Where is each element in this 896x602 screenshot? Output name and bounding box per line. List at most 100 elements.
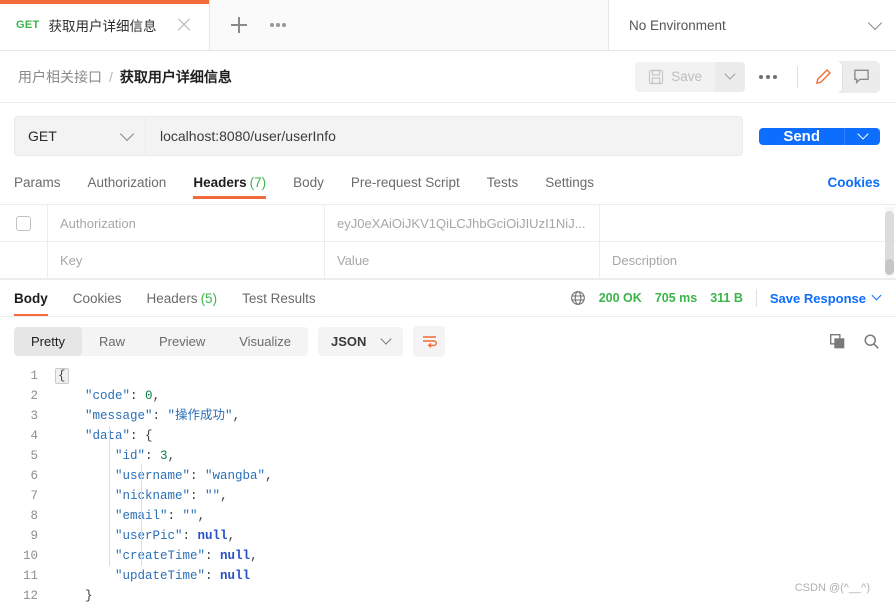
response-tab-headers[interactable]: Headers (5) [147,280,218,316]
json-token: null [220,569,251,583]
tab-authorization[interactable]: Authorization [88,175,167,199]
tab-label: Headers [193,174,247,190]
json-lines: { "code": 0, "message": "操作成功", "data": … [47,366,273,602]
chevron-down-icon [856,127,869,140]
json-token: null [197,529,228,543]
json-token: , [232,409,241,423]
divider [797,65,798,88]
save-dropdown-button[interactable] [715,61,745,92]
cookies-link[interactable]: Cookies [827,175,880,199]
json-token: "wangba" [205,469,266,483]
tab-label: Tests [486,174,519,190]
environment-selector[interactable]: No Environment [608,0,896,50]
request-tab-active[interactable]: GET 获取用户详细信息 [0,0,210,50]
json-token: , [152,389,161,403]
tab-count: (7) [249,174,267,190]
tab-params[interactable]: Params [14,175,61,199]
json-line: { [55,366,273,386]
format-tab-preview[interactable]: Preview [142,327,222,356]
response-body-viewer[interactable]: 12345678910111213 { "code": 0, "message"… [0,366,896,602]
close-icon[interactable] [173,14,195,36]
json-token: 3 [160,449,168,463]
tab-tests[interactable]: Tests [487,175,519,199]
format-tab-visualize[interactable]: Visualize [222,327,308,356]
table-row-placeholder[interactable]: Key Value Description [0,242,896,279]
format-tab-raw[interactable]: Raw [82,327,142,356]
more-actions-button[interactable] [745,74,791,79]
save-button-group: Save [635,61,745,92]
send-dropdown-button[interactable] [844,127,880,145]
pencil-icon[interactable] [804,60,842,93]
format-tab-group: Pretty Raw Preview Visualize [14,327,309,356]
wrap-lines-icon[interactable] [413,326,446,357]
response-format-toolbar: Pretty Raw Preview Visualize JSON [0,317,896,366]
json-line: "code": 0, [55,386,273,406]
response-tab-body[interactable]: Body [14,280,48,316]
send-button[interactable]: Send [759,127,844,145]
new-key-input[interactable]: Key [48,242,325,278]
tab-bar: GET 获取用户详细信息 No Environment [0,0,896,51]
breadcrumb-collection[interactable]: 用户相关接口 [18,67,102,87]
json-token: , [227,529,236,543]
json-token: : [190,469,206,483]
format-tab-pretty[interactable]: Pretty [14,327,82,356]
json-token: , [250,549,258,563]
comment-icon[interactable] [842,61,880,93]
ellipsis-icon[interactable] [260,23,296,27]
line-number: 12 [22,589,38,602]
response-tab-cookies[interactable]: Cookies [73,280,122,316]
headers-scrollbar[interactable] [885,207,894,277]
row-checkbox[interactable] [16,215,31,231]
json-line: "userPic": null, [55,526,273,546]
new-value-input[interactable]: Value [325,242,600,278]
copy-icon[interactable] [829,333,846,350]
json-token: : [205,569,221,583]
json-token: , [220,489,228,503]
save-button-label: Save [671,69,702,84]
json-line: "id": 3, [55,446,273,466]
new-description-input[interactable]: Description [600,242,896,278]
save-button[interactable]: Save [635,61,715,92]
json-token: : [145,449,161,463]
response-tab-test-results[interactable]: Test Results [242,280,316,316]
line-number: 7 [30,489,38,503]
header-value-cell[interactable]: eyJ0eXAiOiJKV1QiLCJhbGciOiJIUzI1NiJ... [325,205,600,241]
response-tabs: Body Cookies Headers (5) Test Results [14,280,341,316]
tab-pre-request-script[interactable]: Pre-request Script [351,175,460,199]
json-line: "message": "操作成功", [55,406,273,426]
request-url-row: GET localhost:8080/user/userInfo Send [0,103,896,169]
search-icon[interactable] [863,333,880,350]
floppy-disk-icon [648,69,664,85]
tab-method-label: GET [16,19,40,31]
json-token: : [190,489,206,503]
divider [755,289,757,307]
save-response-button[interactable]: Save Response [770,291,882,306]
tab-settings[interactable]: Settings [545,175,594,199]
line-number: 8 [30,509,38,523]
language-select[interactable]: JSON [318,327,404,356]
language-label: JSON [331,334,367,349]
url-input[interactable]: localhost:8080/user/userInfo [146,116,744,156]
line-number: 10 [22,549,38,563]
json-token[interactable]: { [55,368,69,384]
tab-label: Cookies [72,290,122,306]
json-line: "email": "", [55,506,273,526]
scrollbar-thumb-bottom[interactable] [885,259,894,275]
table-row[interactable]: Authorization eyJ0eXAiOiJKV1QiLCJhbGciOi… [0,205,896,242]
json-line: "createTime": null, [55,546,273,566]
json-line: "nickname": "", [55,486,273,506]
plus-icon[interactable] [222,8,256,42]
tab-label: Body [14,290,48,306]
environment-label: No Environment [629,17,726,33]
line-number: 6 [30,469,38,483]
json-token: } [85,589,93,602]
line-number-gutter: 12345678910111213 [0,366,47,602]
tab-title-label: 获取用户详细信息 [48,19,157,34]
http-method-label: GET [28,128,57,144]
tab-headers[interactable]: Headers (7) [193,175,266,199]
header-description-cell[interactable] [600,205,896,241]
json-token: "updateTime" [115,569,206,583]
header-key-cell[interactable]: Authorization [48,205,325,241]
tab-body[interactable]: Body [293,175,324,199]
http-method-select[interactable]: GET [14,116,146,156]
